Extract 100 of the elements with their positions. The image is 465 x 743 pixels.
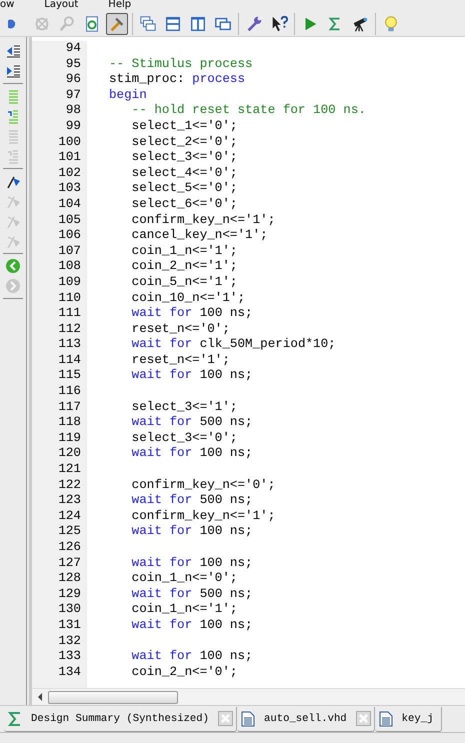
code-text: select_2<='0'; (130, 134, 238, 149)
line-number: 121 (58, 462, 81, 478)
line-number: 127 (58, 556, 81, 572)
line-number: 105 (58, 212, 81, 228)
menu-item[interactable]: ow (0, 0, 14, 12)
line-number: 134 (58, 664, 81, 680)
line-number: 118 (58, 415, 81, 431)
code-keyword: wait for (130, 586, 192, 601)
line-number: 132 (58, 634, 81, 650)
line-number: 109 (58, 274, 81, 290)
editor-tab[interactable]: auto_sell.vhd (237, 706, 375, 732)
line-number: 133 (58, 649, 81, 665)
code-text: coin_1_n<='1'; (130, 602, 238, 616)
line-number: 104 (58, 196, 81, 213)
code-text: select_6<='0'; (130, 196, 238, 211)
line-number: 129 (58, 586, 81, 602)
line-number: 102 (58, 166, 81, 182)
code-keyword: wait for (130, 524, 192, 538)
code-text: coin_1_n<='0'; (130, 571, 238, 586)
line-number: 131 (58, 618, 81, 634)
line-number: 95 (66, 56, 81, 72)
code-text: select_5<='0'; (130, 181, 238, 196)
code-text: coin_1_n<='1'; (130, 244, 238, 258)
line-number: 111 (58, 306, 81, 322)
line-number: 113 (58, 337, 81, 353)
code-text: 500 ns; (198, 415, 253, 430)
line-number: 120 (58, 446, 81, 462)
line-number: 122 (58, 478, 81, 494)
code-text: coin_2_n<='1'; (130, 259, 238, 274)
line-number: 114 (58, 352, 81, 368)
line-number: 100 (58, 134, 81, 150)
code-text: confirm_key_n<='1'; (130, 508, 276, 523)
back-arrow-icon[interactable] (4, 257, 22, 275)
line-number: 123 (58, 493, 81, 509)
code-text: reset_n<='1'; (130, 352, 230, 367)
code-comment: -- hold reset state for 100 ns. (130, 103, 366, 118)
line-number: 130 (58, 602, 81, 618)
editor-tab[interactable]: Design Summary (Synthesized) (4, 706, 238, 732)
line-number: 119 (58, 430, 81, 446)
line-number: 106 (58, 228, 81, 244)
document-icon (378, 710, 393, 726)
code-keyword: process (192, 72, 246, 86)
code-text: confirm_key_n<='1'; (130, 212, 276, 227)
code-keyword: wait for (130, 306, 192, 320)
code-keyword: wait for (130, 415, 192, 430)
close-icon[interactable] (218, 711, 234, 726)
line-number: 103 (58, 181, 81, 197)
code-text: 100 ns; (198, 556, 253, 570)
code-text: reset_n<='0'; (130, 322, 230, 336)
scroll-left-icon[interactable] (36, 692, 44, 702)
code-text: clk_50M_period*10; (198, 337, 336, 352)
hammer-icon[interactable] (106, 13, 128, 35)
code-text: 500 ns; (198, 586, 253, 601)
code-keyword: wait for (130, 337, 192, 352)
line-number: 101 (58, 150, 81, 166)
code-text: 100 ns; (198, 649, 253, 664)
code-text: confirm_key_n<='0'; (130, 478, 276, 492)
code-text: stim_proc: (109, 72, 186, 86)
code-text: coin_2_n<='0'; (130, 664, 238, 679)
code-text: 100 ns; (198, 446, 253, 460)
line-number: 125 (58, 524, 81, 540)
code-text: select_4<='0'; (130, 166, 238, 180)
line-number: 128 (58, 571, 81, 587)
line-number: 97 (66, 88, 81, 104)
code-text: select_3<='1'; (130, 400, 238, 414)
code-text: cancel_key_n<='1'; (130, 228, 268, 242)
sigma-icon (8, 710, 22, 726)
code-keyword: wait for (130, 618, 192, 632)
code-keyword: wait for (130, 493, 192, 508)
code-text: 100 ns; (198, 306, 253, 320)
line-number: 94 (66, 41, 81, 57)
editor-tab[interactable]: key_j (374, 706, 442, 732)
code-keyword: wait for (130, 446, 192, 460)
code-comment: -- Stimulus process (109, 56, 253, 71)
code-text: 500 ns; (198, 493, 253, 508)
code-text: 100 ns; (198, 368, 253, 382)
document-icon (241, 710, 256, 726)
code-keyword: wait for (130, 368, 192, 382)
menu-item[interactable]: Layout (44, 0, 78, 12)
line-number: 96 (66, 72, 81, 88)
code-text: coin_5_n<='1'; (130, 274, 238, 289)
line-number: 110 (58, 290, 81, 306)
code-keyword: begin (109, 88, 147, 102)
line-number: 116 (58, 384, 81, 400)
code-text: coin_10_n<='1'; (130, 290, 246, 304)
scrollbar-thumb[interactable] (48, 690, 178, 704)
line-number: 115 (58, 368, 81, 384)
code-text: select_3<='0'; (130, 150, 238, 164)
line-number: 108 (58, 259, 81, 275)
line-number: 117 (58, 400, 81, 416)
line-number: 126 (58, 540, 81, 556)
line-number: 107 (58, 244, 81, 260)
code-text: 100 ns; (198, 618, 253, 632)
line-number: 112 (58, 322, 81, 338)
code-text: select_1<='0'; (130, 118, 238, 133)
line-number: 124 (58, 508, 81, 524)
code-text: select_3<='0'; (130, 430, 238, 445)
close-icon[interactable] (356, 711, 371, 726)
code-text: 100 ns; (198, 524, 253, 538)
code-keyword: wait for (130, 556, 192, 570)
